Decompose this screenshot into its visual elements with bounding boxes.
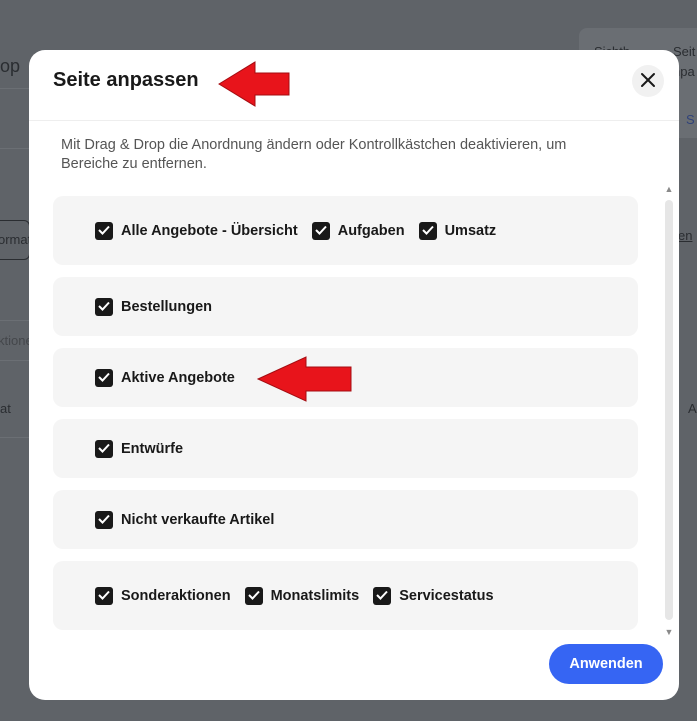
bg-divider [0, 320, 29, 321]
checkbox[interactable] [244, 586, 263, 605]
check-icon [98, 587, 110, 605]
red-arrow-icon [218, 61, 290, 107]
section-row[interactable]: Nicht verkaufte Artikel [53, 490, 638, 549]
checkbox-item[interactable]: Umsatz [418, 221, 497, 240]
bg-text: S [686, 112, 695, 127]
checkbox-label: Alle Angebote - Übersicht [121, 222, 298, 239]
dialog-header: Seite anpassen [29, 50, 679, 121]
checkbox-item[interactable]: Aktive Angebote [95, 368, 235, 387]
check-icon [421, 222, 434, 240]
bg-text: at [0, 401, 11, 416]
section-row[interactable]: Bestellungen [53, 277, 638, 336]
scrollbar[interactable]: ▲ ▼ [661, 184, 677, 644]
check-icon [98, 222, 110, 240]
checkbox-label: Monatslimits [270, 587, 360, 604]
apply-button[interactable]: Anwenden [549, 644, 663, 684]
close-button[interactable] [632, 65, 664, 97]
dialog-description: Mit Drag & Drop die Anordnung ändern ode… [61, 137, 567, 172]
checkbox[interactable] [95, 586, 113, 605]
checkbox-label: Nicht verkaufte Artikel [121, 511, 275, 528]
checkbox[interactable] [311, 221, 330, 240]
sections-list: Alle Angebote - Übersicht Aufgaben Umsat… [53, 196, 638, 636]
bg-text: A [688, 401, 697, 416]
checkbox-item[interactable]: Sonderaktionen [95, 586, 231, 605]
check-icon [98, 298, 110, 316]
checkbox-item[interactable]: Alle Angebote - Übersicht [95, 221, 298, 240]
bg-text: ktione [0, 333, 33, 348]
bg-divider [0, 360, 29, 361]
checkbox-item[interactable]: Servicestatus [373, 586, 494, 605]
check-icon [98, 511, 110, 529]
customize-page-dialog: Seite anpassen Mit Drag & Drop die Anord… [29, 50, 679, 700]
checkbox-label: Bestellungen [121, 298, 213, 315]
section-row[interactable]: Sonderaktionen Monatslimits Servicestatu… [53, 561, 638, 630]
checkbox-label: Sonderaktionen [121, 587, 231, 604]
checkbox-item[interactable]: Monatslimits [244, 586, 360, 605]
bg-text: op [0, 56, 21, 76]
dialog-title: Seite anpassen [53, 69, 199, 91]
bg-text: ormat [0, 232, 32, 247]
checkbox-label: Servicestatus [399, 587, 494, 604]
checkbox[interactable] [373, 586, 392, 605]
section-row[interactable]: Entwürfe [53, 419, 638, 478]
checkbox[interactable] [418, 221, 437, 240]
checkbox-label: Aufgaben [337, 222, 405, 239]
checkbox-label: Umsatz [444, 222, 497, 239]
red-arrow-icon [256, 356, 352, 402]
checkbox-label: Aktive Angebote [121, 369, 235, 386]
checkbox-item[interactable]: Aufgaben [311, 221, 405, 240]
bg-link: en [678, 228, 693, 243]
checkbox[interactable] [95, 439, 113, 458]
bg-divider [0, 88, 29, 89]
checkbox[interactable] [95, 368, 113, 387]
checkbox[interactable] [95, 297, 113, 316]
chevron-down-icon[interactable]: ▼ [664, 627, 674, 637]
check-icon [98, 440, 110, 458]
close-icon [640, 72, 656, 91]
scrollbar-thumb[interactable] [665, 200, 673, 620]
check-icon [315, 222, 327, 240]
chevron-up-icon[interactable]: ▲ [664, 184, 674, 194]
checkbox[interactable] [95, 510, 113, 529]
checkbox-item[interactable]: Entwürfe [95, 439, 184, 458]
check-icon [376, 587, 388, 605]
checkbox-item[interactable]: Nicht verkaufte Artikel [95, 510, 275, 529]
bg-divider [0, 437, 29, 438]
check-icon [247, 587, 260, 605]
check-icon [98, 369, 110, 387]
section-row[interactable]: Alle Angebote - Übersicht Aufgaben Umsat… [53, 196, 638, 265]
bg-divider [0, 148, 29, 149]
checkbox-item[interactable]: Bestellungen [95, 297, 213, 316]
checkbox-label: Entwürfe [121, 440, 184, 457]
checkbox[interactable] [95, 221, 113, 240]
